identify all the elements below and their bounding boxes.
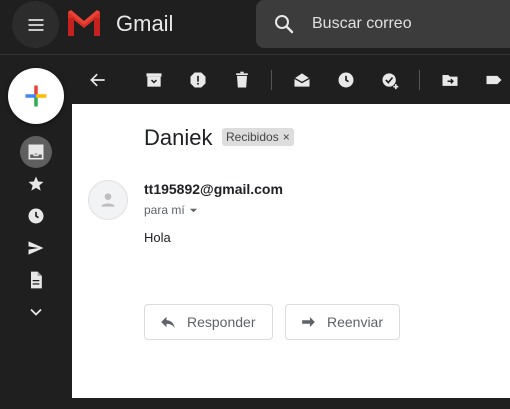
labels-button[interactable] — [482, 68, 506, 92]
rail-item-snoozed[interactable] — [20, 200, 52, 232]
message-view: Daniek Recibidos × tt195892@gmail.com pa… — [72, 104, 510, 398]
delete-button[interactable] — [230, 68, 254, 92]
forward-label: Reenviar — [326, 314, 383, 330]
remove-label-icon[interactable]: × — [283, 130, 290, 144]
add-task-icon — [382, 73, 399, 90]
send-icon — [28, 241, 44, 255]
hamburger-menu-icon — [28, 18, 43, 31]
inbox-icon — [28, 144, 44, 160]
top-bar: Gmail — [0, 0, 510, 55]
draft-icon — [31, 271, 42, 289]
label-chip-inbox[interactable]: Recibidos × — [222, 128, 294, 146]
avatar[interactable] — [88, 180, 128, 220]
message-toolbar — [72, 56, 510, 104]
label-icon — [486, 75, 502, 85]
gmail-logo-icon[interactable] — [66, 8, 102, 38]
main-menu-button[interactable] — [12, 1, 59, 48]
reply-button[interactable]: Responder — [144, 304, 273, 340]
snooze-button[interactable] — [334, 68, 358, 92]
compose-button[interactable] — [8, 68, 64, 124]
person-icon — [101, 193, 115, 207]
plus-icon — [25, 85, 47, 107]
star-icon — [28, 176, 44, 191]
app-brand: Gmail — [116, 11, 174, 36]
forward-button[interactable]: Reenviar — [285, 304, 400, 340]
clock-icon — [338, 72, 354, 88]
rail-item-starred[interactable] — [20, 168, 52, 200]
bottom-strip — [72, 398, 510, 409]
add-task-button[interactable] — [378, 68, 402, 92]
trash-icon — [236, 71, 248, 88]
search-icon[interactable] — [272, 12, 296, 36]
rail-item-sent[interactable] — [20, 232, 52, 264]
report-spam-button[interactable] — [186, 68, 210, 92]
chevron-down-icon — [30, 308, 42, 316]
rail-item-more[interactable] — [20, 296, 52, 328]
move-to-button[interactable] — [438, 68, 462, 92]
reply-icon — [161, 316, 175, 328]
move-to-icon — [442, 75, 458, 86]
arrow-back-icon — [90, 73, 105, 87]
caret-down-icon — [189, 208, 197, 212]
reply-label: Responder — [187, 314, 256, 330]
report-icon — [190, 72, 206, 88]
mark-unread-button[interactable] — [290, 68, 314, 92]
left-rail — [0, 56, 72, 409]
label-chip-text: Recibidos — [226, 130, 279, 144]
back-button[interactable] — [86, 68, 110, 92]
rail-item-drafts[interactable] — [20, 264, 52, 296]
toolbar-divider — [271, 70, 272, 90]
sender-email[interactable]: tt195892@gmail.com — [144, 181, 283, 197]
toolbar-divider — [419, 70, 420, 90]
recipient-text: para mí — [144, 203, 185, 217]
rail-item-inbox[interactable] — [20, 136, 52, 168]
archive-icon — [146, 73, 162, 87]
message-subject: Daniek — [144, 125, 213, 150]
search-input[interactable] — [312, 12, 502, 36]
recipient-details-toggle[interactable]: para mí — [144, 203, 198, 217]
search-bar — [256, 0, 510, 48]
archive-button[interactable] — [142, 68, 166, 92]
message-body: Hola — [144, 230, 171, 245]
mark-unread-icon — [294, 73, 310, 87]
clock-icon — [28, 208, 44, 224]
forward-icon — [302, 317, 315, 327]
